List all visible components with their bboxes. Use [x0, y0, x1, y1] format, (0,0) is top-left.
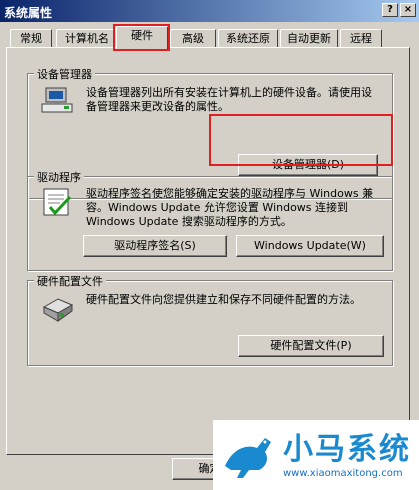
tab-remote[interactable]: 远程 — [340, 29, 382, 48]
tab-system-restore[interactable]: 系统还原 — [218, 29, 278, 48]
tab-general[interactable]: 常规 — [10, 29, 52, 48]
hardware-profiles-group-title: 硬件配置文件 — [34, 273, 106, 289]
watermark-url: www.xiaomaxitong.com — [283, 468, 403, 479]
driver-signing-button[interactable]: 驱动程序签名(S) — [83, 235, 227, 257]
title-bar: 系统属性 ? × — [0, 0, 419, 22]
tab-highlight-box — [113, 24, 170, 51]
close-button[interactable]: × — [400, 3, 416, 17]
tab-computer-name[interactable]: 计算机名 — [56, 29, 118, 48]
tab-advanced[interactable]: 高级 — [170, 29, 216, 48]
hardware-profiles-description: 硬件配置文件向您提供建立和保存不同硬件配置的方法。 — [86, 293, 361, 306]
watermark: 小马系统 www.xiaomaxitong.com — [213, 420, 419, 490]
tab-automatic-updates[interactable]: 自动更新 — [280, 29, 338, 48]
device-manager-icon — [40, 86, 76, 118]
hardware-profiles-group: 硬件配置文件 硬件配置文件向您提供建立和保存不同硬件配置的方法。 硬件配置文件(… — [27, 273, 393, 366]
driver-signing-icon — [40, 187, 76, 219]
hardware-panel: 设备管理器 设备管理器列出所有安装在计算机上的硬件设备。请使用设备管理器来更改设… — [6, 47, 410, 480]
device-manager-group-title: 设备管理器 — [34, 66, 95, 82]
hardware-profile-icon — [40, 293, 76, 325]
help-button[interactable]: ? — [382, 3, 398, 17]
drivers-group-title: 驱动程序 — [34, 169, 84, 185]
device-manager-highlight-box — [209, 114, 393, 166]
windows-update-button[interactable]: Windows Update(W) — [236, 235, 384, 257]
device-manager-description: 设备管理器列出所有安装在计算机上的硬件设备。请使用设备管理器来更改设备的属性。 — [86, 86, 372, 113]
drivers-group: 驱动程序 驱动程序签名使您能够确定安装的驱动程序与 Windows 兼容。Win… — [27, 169, 393, 271]
watermark-brand: 小马系统 — [283, 432, 411, 467]
window-title: 系统属性 — [4, 6, 53, 20]
tab-strip: 常规 计算机名 硬件 高级 系统还原 自动更新 远程 — [6, 26, 413, 49]
horse-logo-icon — [219, 426, 277, 484]
drivers-description: 驱动程序签名使您能够确定安装的驱动程序与 Windows 兼容。Windows … — [86, 187, 374, 228]
hardware-profiles-button[interactable]: 硬件配置文件(P) — [238, 335, 384, 357]
